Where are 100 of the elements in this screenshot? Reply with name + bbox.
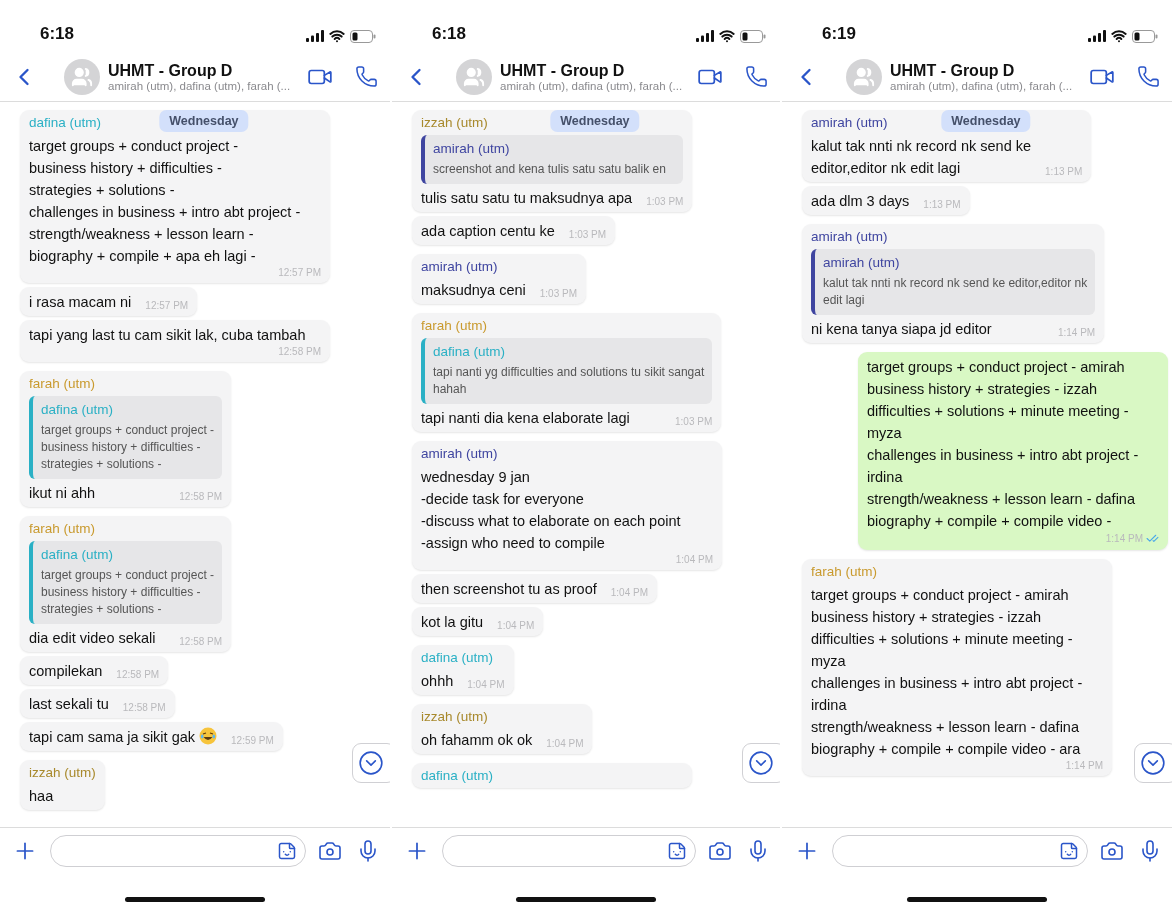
sender-name: dafina (utm) [421, 649, 494, 667]
message-time: 1:14 PM [1105, 533, 1143, 544]
sender-name: farah (utm) [29, 375, 96, 393]
sender-name: dafina (utm) [29, 114, 102, 132]
message-time: 1:03 PM [568, 229, 607, 240]
message-text: tapi yang last tu cam sikit lak, cuba tambah [29, 326, 306, 345]
sticker-icon[interactable] [1059, 841, 1079, 861]
message-time: 1:03 PM [646, 196, 684, 207]
message-text: maksudnya ceni [421, 281, 526, 300]
chat-title: UHMT - Group D [108, 61, 234, 80]
chevron-down-circle-icon[interactable] [1140, 750, 1166, 776]
message-text: ikut ni ahh [29, 484, 96, 503]
message-time: 1:04 PM [610, 587, 648, 598]
sender-name: farah (utm) [811, 563, 878, 581]
signal-icon [306, 30, 324, 42]
quoted-sender-name: amirah (utm) [433, 140, 510, 158]
chat-members: amirah (utm), dafina (utm), farah (... [108, 79, 292, 92]
battery-icon [350, 29, 376, 43]
status-time: 6:18 [40, 24, 75, 44]
signal-icon [696, 30, 714, 42]
quoted-sender-name: dafina (utm) [41, 401, 114, 419]
status-time: 6:19 [822, 24, 857, 44]
quoted-message[interactable]: amirah (utm) screenshot and kena tulis satu satu balik en [421, 135, 684, 184]
wifi-icon [1111, 28, 1127, 44]
message-time: 1:04 PM [546, 738, 584, 749]
message-text: kot la gitu [421, 613, 484, 632]
battery-icon [740, 29, 766, 43]
sticker-icon[interactable] [667, 841, 687, 861]
quoted-text: kalut tak nnti nk record nk send ke editor,editor nk edit lagi [823, 275, 1088, 309]
quoted-text: target groups + conduct project - business history + difficulties - strategies + solutions - [41, 567, 215, 618]
date-label: Wednesday [550, 110, 640, 132]
quoted-message[interactable]: amirah (utm) kalut tak nnti nk record nk send ke editor,editor nk edit lagi [811, 249, 1096, 315]
chat-members: amirah (utm), dafina (utm), farah (... [500, 79, 684, 92]
message-text: target groups + conduct project - amirah business history + strategies - izzah difficulties + solutions + minute meeting - myza challenges in business + intro abt project - irdina strength/weakness + lesson learn - dafina biography + compile + compile video - ara [811, 586, 1083, 759]
sender-name: farah (utm) [29, 520, 96, 538]
message-time: 1:14 PM [1057, 327, 1096, 338]
group-icon [853, 65, 875, 88]
message-time: 12:58 PM [122, 702, 166, 713]
message-time: 1:04 PM [675, 554, 713, 565]
quoted-message[interactable]: dafina (utm) target groups + conduct project - business history + difficulties - strategies + solutions - [29, 396, 223, 479]
sender-name: amirah (utm) [421, 258, 498, 276]
quoted-sender-name: dafina (utm) [41, 546, 114, 564]
message-text: tulis satu satu tu maksudnya apa [421, 189, 633, 208]
group-icon [71, 65, 93, 88]
message-time: 1:04 PM [497, 620, 535, 631]
status-time: 6:18 [432, 24, 467, 44]
chevron-down-circle-icon[interactable] [748, 750, 774, 776]
wifi-icon [719, 28, 735, 44]
chat-title: UHMT - Group D [890, 61, 1016, 80]
message-text: kalut tak nnti nk record nk send ke editor,editor nk edit lagi [811, 137, 1032, 178]
sticker-icon[interactable] [277, 841, 297, 861]
quoted-text: tapi nanti yg difficulties and solutions tu sikit sangat hahah [433, 364, 705, 398]
sender-name: amirah (utm) [811, 114, 888, 132]
message-text: oh fahamm ok ok [421, 731, 533, 750]
quoted-sender-name: dafina (utm) [433, 343, 506, 361]
message-time: 1:13 PM [1045, 166, 1083, 177]
message-text: wednesday 9 jan -decide task for everyone -discuss what to elaborate on each point -assign who need to compile [421, 468, 681, 553]
date-label: Wednesday [159, 110, 249, 132]
quoted-message[interactable]: dafina (utm) target groups + conduct project - business history + difficulties - strategies + solutions - [29, 541, 223, 624]
quoted-sender-name: amirah (utm) [823, 254, 900, 272]
scroll-down-button[interactable] [1134, 743, 1172, 783]
message-text: compilekan [29, 662, 103, 681]
battery-icon [1132, 29, 1158, 43]
sender-name: izzah (utm) [421, 114, 488, 132]
message-time: 12:59 PM [231, 735, 274, 746]
scroll-down-button[interactable] [742, 743, 780, 783]
message-time: 1:04 PM [467, 679, 505, 690]
quoted-text: screenshot and kena tulis satu satu balik en [433, 161, 667, 178]
message-text: haa [29, 787, 54, 806]
message-text: i rasa macam ni [29, 293, 132, 312]
message-text: then screenshot tu as proof [421, 580, 597, 599]
sender-name: izzah (utm) [29, 764, 96, 782]
message-text: ada dlm 3 days [811, 192, 910, 211]
message-text: dia edit video sekali [29, 629, 156, 648]
message-time: 1:14 PM [1065, 760, 1103, 771]
message-text: ohhh [421, 672, 454, 691]
date-label: Wednesday [941, 110, 1031, 132]
quoted-text: target groups + conduct project - business history + difficulties - strategies + solutions - [41, 422, 215, 473]
sender-name: izzah (utm) [421, 708, 488, 726]
sender-name: amirah (utm) [421, 445, 498, 463]
wifi-icon [329, 28, 345, 44]
sender-name: farah (utm) [421, 317, 488, 335]
quoted-message[interactable]: dafina (utm) tapi nanti yg difficulties and solutions tu sikit sangat hahah [421, 338, 713, 404]
message-time: 1:13 PM [923, 199, 961, 210]
message-time: 1:03 PM [539, 288, 578, 299]
message-text: ni kena tanya siapa jd editor [811, 320, 992, 339]
message-time: 1:03 PM [675, 416, 713, 427]
chat-title: UHMT - Group D [500, 61, 626, 80]
message-text: target groups + conduct project - amirah business history + strategies - izzah difficulties + solutions + minute meeting - myza challenges in business + intro abt project - irdina strength/weakness + lesson learn - dafina biography + compile + compile video - [867, 358, 1139, 531]
chevron-down-circle-icon[interactable] [358, 750, 384, 776]
message-text: ada caption centu ke [421, 222, 555, 241]
message-text: tapi nanti dia kena elaborate lagi [421, 409, 630, 428]
message-text: tapi cam sama ja sikit gak [29, 726, 217, 748]
sender-name: dafina (utm) [421, 767, 494, 785]
laughing-emoji-icon [199, 727, 217, 745]
scroll-down-button[interactable] [352, 743, 390, 783]
group-icon [463, 65, 485, 88]
sender-name: amirah (utm) [811, 228, 888, 246]
message-text: last sekali tu [29, 695, 109, 714]
signal-icon [1088, 30, 1106, 42]
